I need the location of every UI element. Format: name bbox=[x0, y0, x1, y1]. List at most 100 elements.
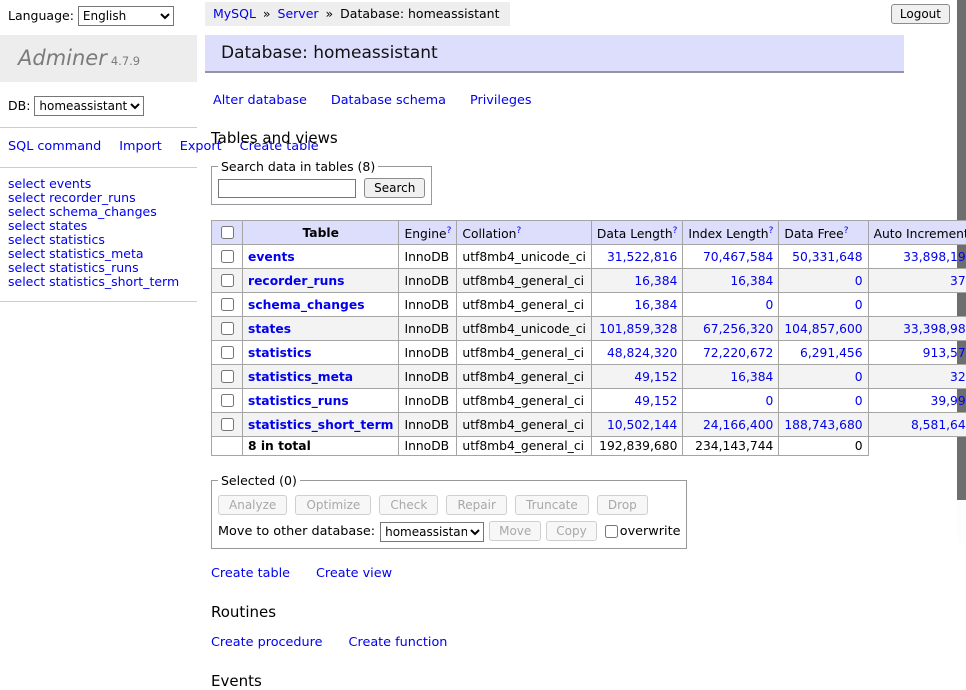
data-free-link[interactable]: 0 bbox=[855, 370, 863, 384]
auto-increment-link[interactable]: 8,581,645 bbox=[911, 418, 966, 432]
table-row: statistics_runs InnoDB utf8mb4_general_c… bbox=[212, 389, 966, 413]
index-length-link[interactable]: 0 bbox=[766, 298, 774, 312]
data-free-link[interactable]: 50,331,648 bbox=[792, 250, 862, 264]
table-name-link[interactable]: events bbox=[248, 250, 295, 264]
data-length-help-icon[interactable]: ? bbox=[673, 226, 678, 236]
copy-button[interactable]: Copy bbox=[546, 521, 596, 541]
column-header-data-free: Data Free? bbox=[779, 221, 868, 245]
total-label: 8 in total bbox=[243, 437, 399, 456]
data-length-link[interactable]: 48,824,320 bbox=[607, 346, 677, 360]
row-checkbox[interactable] bbox=[221, 370, 234, 383]
row-check-cell bbox=[212, 269, 243, 293]
sidebar-item-select-statistics-short-term[interactable]: select statistics_short_term bbox=[8, 275, 189, 289]
data-length-link[interactable]: 101,859,328 bbox=[599, 322, 677, 336]
repair-button[interactable]: Repair bbox=[446, 495, 506, 515]
breadcrumb-server-link[interactable]: Server bbox=[278, 6, 319, 21]
data-free-link[interactable]: 6,291,456 bbox=[800, 346, 863, 360]
row-check-cell bbox=[212, 389, 243, 413]
alter-database-link[interactable]: Alter database bbox=[213, 93, 307, 108]
search-legend: Search data in tables (8) bbox=[218, 159, 378, 174]
table-name-link[interactable]: recorder_runs bbox=[248, 274, 344, 288]
row-checkbox[interactable] bbox=[221, 394, 234, 407]
row-checkbox[interactable] bbox=[221, 250, 234, 263]
import-link[interactable]: Import bbox=[119, 139, 161, 154]
table-name-link[interactable]: schema_changes bbox=[248, 298, 365, 312]
table-name-cell: statistics_runs bbox=[243, 389, 399, 413]
data-length-link[interactable]: 49,152 bbox=[634, 370, 677, 384]
auto-increment-link[interactable]: 378 bbox=[950, 274, 966, 288]
auto-increment-link[interactable]: 33,398,984 bbox=[903, 322, 966, 336]
index-length-link[interactable]: 0 bbox=[766, 394, 774, 408]
optimize-button[interactable]: Optimize bbox=[295, 495, 371, 515]
data-free-link[interactable]: 0 bbox=[855, 394, 863, 408]
data-free-link[interactable]: 104,857,600 bbox=[784, 322, 862, 336]
events-heading: Events bbox=[211, 672, 904, 690]
collation-help-icon[interactable]: ? bbox=[516, 226, 521, 236]
auto-increment-link[interactable]: 39,999 bbox=[931, 394, 966, 408]
index-length-link[interactable]: 70,467,584 bbox=[703, 250, 773, 264]
sidebar-item-select-statistics-meta[interactable]: select statistics_meta bbox=[8, 247, 189, 261]
data-length-link[interactable]: 31,522,816 bbox=[607, 250, 677, 264]
data-length-link[interactable]: 10,502,144 bbox=[607, 418, 677, 432]
data-free-link[interactable]: 188,743,680 bbox=[784, 418, 862, 432]
table-name-link[interactable]: statistics bbox=[248, 346, 312, 360]
language-select[interactable]: English bbox=[78, 6, 174, 26]
index-length-link[interactable]: 16,384 bbox=[730, 370, 773, 384]
auto-increment-link[interactable]: 33,898,196 bbox=[903, 250, 966, 264]
engine-help-icon[interactable]: ? bbox=[447, 226, 452, 236]
row-checkbox[interactable] bbox=[221, 418, 234, 431]
sql-command-link[interactable]: SQL command bbox=[8, 139, 101, 154]
index-length-link[interactable]: 67,256,320 bbox=[703, 322, 773, 336]
data-length-cell: 49,152 bbox=[591, 389, 682, 413]
sidebar-item-select-events[interactable]: select events bbox=[8, 177, 189, 191]
table-name-link[interactable]: states bbox=[248, 322, 291, 336]
row-checkbox[interactable] bbox=[221, 346, 234, 359]
truncate-button[interactable]: Truncate bbox=[515, 495, 589, 515]
row-checkbox[interactable] bbox=[221, 298, 234, 311]
table-name-link[interactable]: statistics_meta bbox=[248, 370, 353, 384]
sidebar-item-select-states[interactable]: select states bbox=[8, 219, 189, 233]
privileges-link[interactable]: Privileges bbox=[470, 93, 532, 108]
auto-increment-link[interactable]: 913,577 bbox=[923, 346, 966, 360]
index-length-help-icon[interactable]: ? bbox=[769, 226, 774, 236]
data-free-link[interactable]: 0 bbox=[855, 274, 863, 288]
data-free-help-icon[interactable]: ? bbox=[844, 226, 849, 236]
breadcrumb: MySQL » Server » Database: homeassistant bbox=[205, 2, 510, 26]
sidebar-item-select-statistics-runs[interactable]: select statistics_runs bbox=[8, 261, 189, 275]
select-all-checkbox[interactable] bbox=[221, 226, 234, 239]
row-checkbox[interactable] bbox=[221, 322, 234, 335]
data-length-link[interactable]: 16,384 bbox=[634, 298, 677, 312]
table-name-link[interactable]: statistics_runs bbox=[248, 394, 349, 408]
data-length-link[interactable]: 16,384 bbox=[634, 274, 677, 288]
overwrite-checkbox[interactable] bbox=[605, 525, 618, 538]
db-select[interactable]: homeassistant bbox=[34, 96, 144, 116]
move-button[interactable]: Move bbox=[489, 521, 541, 541]
analyze-button[interactable]: Analyze bbox=[218, 495, 287, 515]
sidebar-item-select-schema-changes[interactable]: select schema_changes bbox=[8, 205, 189, 219]
data-length-link[interactable]: 49,152 bbox=[634, 394, 677, 408]
data-free-link[interactable]: 0 bbox=[855, 298, 863, 312]
create-function-link[interactable]: Create function bbox=[349, 635, 448, 650]
table-name-link[interactable]: statistics_short_term bbox=[248, 418, 393, 432]
database-schema-link[interactable]: Database schema bbox=[331, 93, 446, 108]
table-name-cell: statistics_meta bbox=[243, 365, 399, 389]
sidebar-item-select-statistics[interactable]: select statistics bbox=[8, 233, 189, 247]
sidebar-item-select-recorder-runs[interactable]: select recorder_runs bbox=[8, 191, 189, 205]
row-checkbox[interactable] bbox=[221, 274, 234, 287]
index-length-link[interactable]: 72,220,672 bbox=[703, 346, 773, 360]
move-database-select[interactable]: homeassistant bbox=[380, 522, 484, 542]
column-header-table: Table bbox=[243, 221, 399, 245]
check-button[interactable]: Check bbox=[379, 495, 438, 515]
drop-button[interactable]: Drop bbox=[597, 495, 648, 515]
index-length-link[interactable]: 24,166,400 bbox=[703, 418, 773, 432]
selected-buttons-row: Analyze Optimize Check Repair Truncate D… bbox=[218, 495, 680, 515]
search-button[interactable]: Search bbox=[364, 178, 425, 198]
auto-increment-link[interactable]: 325 bbox=[950, 370, 966, 384]
create-table-bottom-link[interactable]: Create table bbox=[211, 566, 290, 581]
create-view-link[interactable]: Create view bbox=[316, 566, 392, 581]
index-length-cell: 24,166,400 bbox=[683, 413, 779, 437]
breadcrumb-mysql-link[interactable]: MySQL bbox=[213, 6, 256, 21]
index-length-link[interactable]: 16,384 bbox=[730, 274, 773, 288]
search-input[interactable] bbox=[218, 179, 356, 198]
create-procedure-link[interactable]: Create procedure bbox=[211, 635, 323, 650]
